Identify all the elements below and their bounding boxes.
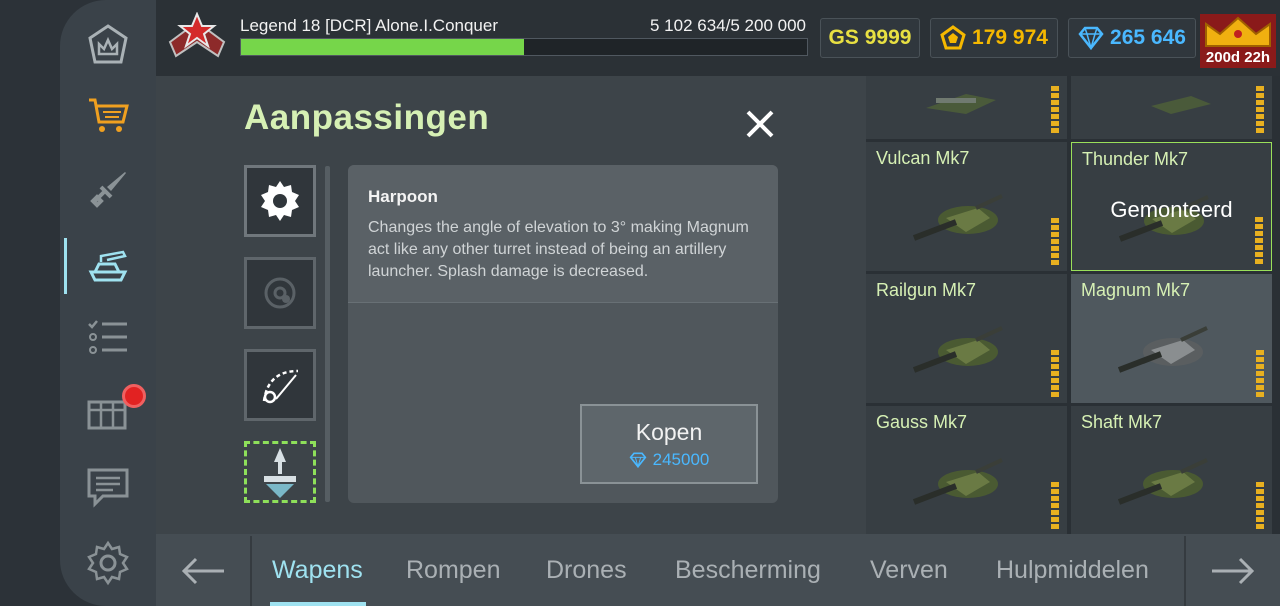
crystals-button[interactable]: 179 974 bbox=[930, 18, 1058, 58]
nav-home-button[interactable] bbox=[60, 10, 156, 80]
tab-rompen[interactable]: Rompen bbox=[406, 556, 501, 585]
alteration-slot-artillery[interactable] bbox=[244, 349, 316, 421]
buy-button[interactable]: Kopen 245000 bbox=[580, 404, 758, 484]
turret-name: Gauss Mk7 bbox=[876, 412, 968, 432]
missions-list-icon bbox=[88, 320, 127, 354]
turret-image bbox=[1117, 326, 1208, 373]
turret-name: Magnum Mk7 bbox=[1081, 280, 1191, 300]
turret-card[interactable]: Shaft Mk7 bbox=[1071, 406, 1272, 534]
gear-score-value: GS 9999 bbox=[828, 26, 912, 49]
battle-sword-icon bbox=[90, 172, 126, 208]
crystal-pentagon-icon bbox=[940, 25, 966, 50]
turret-name: Thunder Mk7 bbox=[1082, 149, 1189, 169]
mounted-label: Gemonteerd bbox=[1110, 197, 1233, 222]
tab-verven[interactable]: Verven bbox=[870, 556, 948, 585]
buy-button-label: Kopen bbox=[635, 418, 703, 445]
tab-bescherming[interactable]: Bescherming bbox=[675, 556, 821, 585]
active-tab-indicator bbox=[270, 602, 366, 606]
nav-garage-button[interactable] bbox=[60, 230, 156, 300]
turret-card-partial[interactable] bbox=[866, 76, 1067, 139]
turret-card[interactable]: Thunder Mk7 Gemonteerd bbox=[1071, 142, 1272, 271]
shop-cart-icon bbox=[89, 98, 129, 132]
close-icon[interactable] bbox=[740, 104, 780, 144]
home-crown-icon bbox=[88, 24, 128, 64]
nav-shop-button[interactable] bbox=[60, 80, 156, 150]
premium-time-left: 200d 22h bbox=[1205, 49, 1271, 66]
level-bars bbox=[1051, 76, 1059, 139]
turret-card[interactable]: Railgun Mk7 bbox=[866, 274, 1067, 403]
tab-hulpmiddelen[interactable]: Hulpmiddelen bbox=[996, 556, 1149, 585]
alteration-slot-harpoon-selected[interactable] bbox=[244, 441, 316, 503]
nav-battle-button[interactable] bbox=[60, 155, 156, 225]
turret-image bbox=[1151, 96, 1211, 114]
alteration-slot-locked[interactable] bbox=[244, 257, 316, 329]
level-bars bbox=[1256, 274, 1264, 403]
level-bars bbox=[1256, 76, 1264, 139]
nav-missions-button[interactable] bbox=[60, 302, 156, 372]
turret-grid: Vulcan Mk7 Thunder Mk7 Gemonteerd Railgun M… bbox=[866, 76, 1280, 534]
diamond-icon bbox=[629, 452, 647, 468]
turret-image bbox=[912, 458, 1003, 505]
level-bars bbox=[1051, 142, 1059, 271]
garage-tank-icon bbox=[88, 250, 128, 282]
gears-icon bbox=[264, 277, 296, 309]
crystals-value: 179 974 bbox=[972, 26, 1048, 49]
tab-drones[interactable]: Drones bbox=[546, 556, 627, 585]
turret-name: Railgun Mk7 bbox=[876, 280, 977, 300]
sidebar-nav bbox=[60, 0, 156, 606]
nav-chat-button[interactable] bbox=[60, 452, 156, 522]
turret-card[interactable]: Magnum Mk7 bbox=[1071, 274, 1272, 403]
turret-name: Shaft Mk7 bbox=[1081, 412, 1163, 432]
arrow-right-icon[interactable] bbox=[1210, 554, 1256, 588]
experience-counter: 5 102 634/5 200 000 bbox=[650, 16, 806, 35]
alteration-name: Harpoon bbox=[368, 187, 438, 206]
harpoon-icon bbox=[264, 448, 296, 498]
settings-gear-icon bbox=[261, 181, 299, 221]
tab-divider bbox=[250, 536, 252, 606]
nav-settings-button[interactable] bbox=[60, 528, 156, 598]
turret-card[interactable]: Vulcan Mk7 bbox=[866, 142, 1067, 271]
tab-divider bbox=[1184, 536, 1186, 606]
turret-image bbox=[1117, 458, 1208, 505]
turret-image bbox=[912, 326, 1003, 373]
tab-wapens[interactable]: Wapens bbox=[272, 556, 363, 585]
premium-crown-icon bbox=[1205, 16, 1271, 47]
experience-progress-bar bbox=[240, 38, 808, 56]
rank-insignia-icon bbox=[168, 12, 226, 58]
diamonds-value: 265 646 bbox=[1110, 26, 1186, 49]
arrow-left-icon[interactable] bbox=[180, 554, 226, 588]
alteration-header: Harpoon Changes the angle of elevation t… bbox=[348, 165, 778, 303]
chat-icon bbox=[87, 468, 129, 508]
trajectory-gear-icon bbox=[262, 369, 299, 404]
alteration-slot-default[interactable] bbox=[244, 165, 316, 237]
level-bars bbox=[1051, 406, 1059, 534]
experience-progress-fill bbox=[241, 39, 524, 55]
level-bars bbox=[1051, 274, 1059, 403]
diamond-icon bbox=[1078, 26, 1104, 50]
alterations-scrollbar[interactable] bbox=[325, 166, 330, 502]
settings-gear-icon bbox=[87, 540, 129, 586]
dialog-title: Aanpassingen bbox=[244, 98, 490, 137]
alteration-description: Changes the angle of elevation to 3° mak… bbox=[368, 219, 749, 280]
buy-price: 245000 bbox=[629, 449, 710, 470]
level-bars bbox=[1256, 406, 1264, 534]
gear-score-display: GS 9999 bbox=[820, 18, 920, 58]
turret-image bbox=[926, 94, 996, 114]
buy-price-value: 245000 bbox=[652, 449, 710, 469]
player-rank-name: Legend 18 [DCR] Alone.I.Conquer bbox=[240, 16, 499, 35]
turret-card-partial[interactable] bbox=[1071, 76, 1272, 139]
nav-containers-button[interactable] bbox=[60, 376, 156, 446]
turret-image bbox=[912, 194, 1003, 241]
turret-card[interactable]: Gauss Mk7 bbox=[866, 406, 1067, 534]
diamonds-button[interactable]: 265 646 bbox=[1068, 18, 1196, 58]
turret-name: Vulcan Mk7 bbox=[876, 148, 970, 168]
notification-badge bbox=[122, 384, 146, 408]
premium-account-button[interactable]: 200d 22h bbox=[1200, 14, 1276, 68]
